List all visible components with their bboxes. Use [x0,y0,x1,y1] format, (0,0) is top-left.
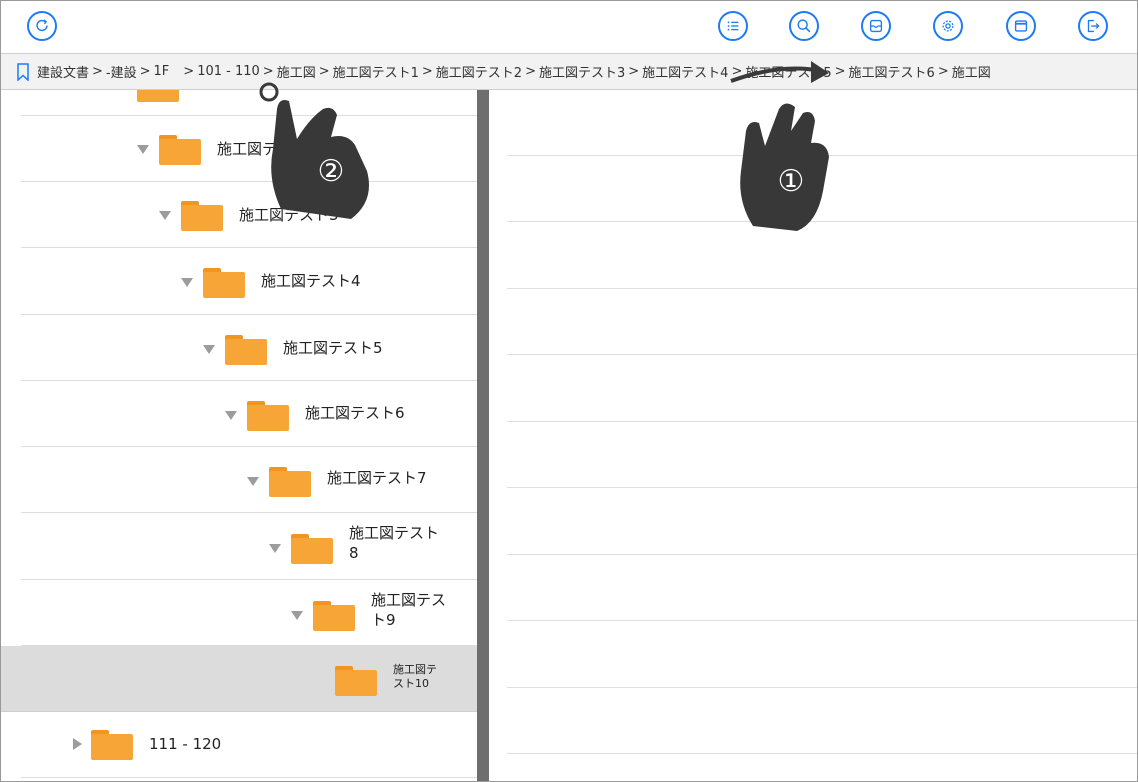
expand-triangle-icon[interactable] [269,544,281,553]
folder-icon [313,601,355,631]
collapse-triangle-icon[interactable] [73,738,82,750]
folder-tree: 施工図テスト2 施工図テスト3 施工図テスト4 施工図テスト5 施工図テスト6 [1,90,477,781]
folder-icon [335,666,377,696]
folder-icon [91,730,133,760]
folder-icon [137,90,179,102]
folder-icon [181,201,223,231]
tree-row[interactable]: 施工図テスト2 [21,116,477,182]
expand-triangle-icon[interactable] [181,278,193,287]
tree-row[interactable]: 施工図テスト5 [21,315,477,381]
tree-row-label: 111 - 120 [149,735,222,753]
folder-icon [291,534,333,564]
tree-row-label: 施工図テスト4 [261,272,361,290]
expand-triangle-icon[interactable] [159,211,171,220]
breadcrumb-item[interactable]: 施工図テスト3 [539,62,625,81]
expand-triangle-icon[interactable] [225,411,237,420]
tree-row-label: 施工図テスト 8 [349,524,440,562]
breadcrumb-item[interactable]: 施工図テスト6 [849,62,935,81]
search-icon[interactable] [789,11,819,41]
breadcrumb-item[interactable]: 施工図 [952,62,991,81]
folder-icon [269,467,311,497]
breadcrumb-item[interactable]: 施工図テスト2 [436,62,522,81]
expand-triangle-icon[interactable] [247,477,259,486]
logout-icon[interactable] [1078,11,1108,41]
tree-row[interactable] [21,90,477,116]
tree-row-label: 施工図テスト6 [305,404,405,422]
expand-triangle-icon[interactable] [203,345,215,354]
expand-triangle-icon[interactable] [291,611,303,620]
gesture-label-1: ① [778,164,805,199]
bookmark-icon[interactable] [17,62,29,81]
breadcrumb-item[interactable]: 建設文書 [37,62,89,81]
tree-row[interactable]: 施工図テスト4 [21,248,477,315]
tree-row-selected[interactable]: 施工図テ スト10 [1,646,477,712]
breadcrumb-item[interactable]: 101 - 110 [197,64,260,79]
tree-row-label: 施工図テスト7 [327,469,427,487]
breadcrumb-item[interactable]: 1F [154,64,170,79]
tree-row[interactable]: 施工図テス ト9 [21,580,477,646]
tree-row[interactable]: 施工図テスト 8 [21,513,477,580]
panel-divider[interactable] [477,90,489,781]
tree-row[interactable]: 施工図テスト6 [21,381,477,447]
folder-icon [247,401,289,431]
folder-icon [225,335,267,365]
top-toolbar [1,1,1137,53]
tree-row-label: 施工図テ スト10 [393,663,437,690]
breadcrumb: 建設文書 > -建設 > 1F > 101 - 110 > 施工図 > 施工図テスト1 > … [1,53,1137,90]
window-icon[interactable] [1006,11,1036,41]
expand-triangle-icon[interactable] [137,145,149,154]
inbox-icon[interactable] [861,11,891,41]
app-window: 建設文書 > -建設 > 1F > 101 - 110 > 施工図 > 施工図テスト1 > … [0,0,1138,782]
tree-row-label: 施工図テス ト9 [371,591,447,629]
tree-row[interactable]: 施工図テスト3 [21,182,477,248]
tree-row-label: 施工図テスト5 [283,339,383,357]
refresh-icon[interactable] [27,11,57,41]
tree-row[interactable]: 111 - 120 [21,712,477,778]
breadcrumb-item[interactable]: -建設 [106,62,137,81]
tree-row[interactable]: 施工図テスト7 [21,447,477,513]
folder-icon [203,268,245,298]
gear-icon[interactable] [933,11,963,41]
list-icon[interactable] [718,11,748,41]
folder-icon [159,135,201,165]
tap-gesture-hand-2: ② [259,82,369,219]
gesture-label-2: ② [318,154,345,189]
swipe-gesture-hand-1: ① [730,61,829,231]
